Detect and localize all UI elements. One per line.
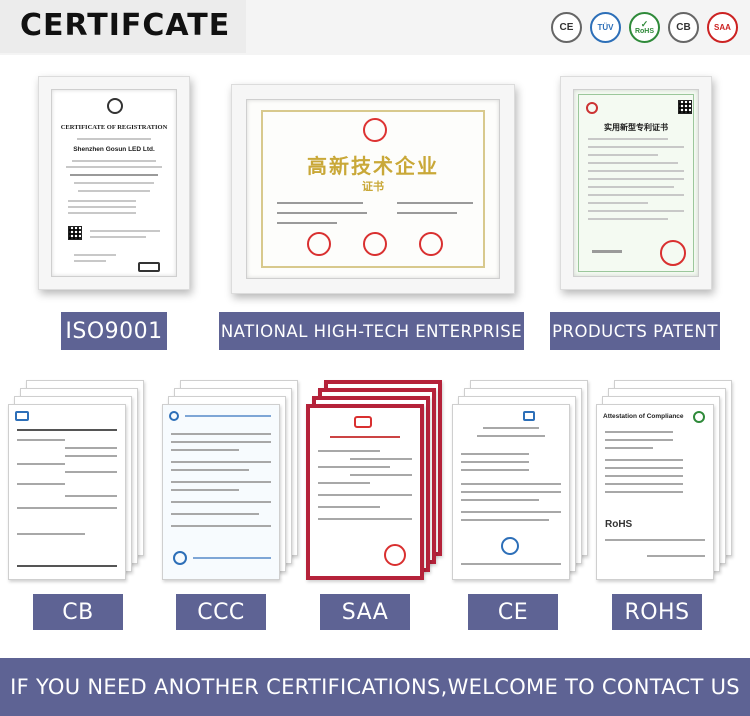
page-title: CERTIFCATE — [20, 8, 231, 43]
ccc-label: CCC — [176, 594, 266, 630]
cb-icon: CB — [668, 12, 699, 43]
saa-icon: SAA — [707, 12, 738, 43]
high-tech-certificate-document: 高新技术企业 证书 — [246, 99, 500, 279]
saa-logo-icon — [354, 416, 372, 428]
tuv-icon: TÜV — [590, 12, 621, 43]
iso-doc-company: Shenzhen Gosun LED Ltd. — [73, 146, 155, 153]
patent-label: PRODUCTS PATENT — [550, 312, 720, 350]
ce-certificate-document — [452, 404, 570, 580]
ce-doc-logo-icon — [523, 411, 535, 421]
high-tech-seal-1 — [307, 232, 331, 256]
high-tech-doc-subtitle: 证书 — [362, 180, 384, 193]
ccc-logo-icon — [169, 411, 179, 421]
iaf-logo-icon — [138, 262, 160, 272]
cb-certificate-stack — [8, 380, 144, 588]
ccc-seal — [173, 551, 187, 565]
ccc-certificate-stack — [162, 380, 298, 588]
saa-label: SAA — [320, 594, 410, 630]
high-tech-seal-2 — [363, 232, 387, 256]
patent-doc-title: 实用新型专利证书 — [604, 123, 668, 132]
high-tech-certificate-frame: 高新技术企业 证书 — [231, 84, 515, 294]
iso9001-certificate-document: CERTIFICATE OF REGISTRATION Shenzhen Gos… — [51, 89, 177, 277]
cb-certificate-document — [8, 404, 126, 580]
ce-icon: CE — [551, 12, 582, 43]
iec-logo-icon — [15, 411, 29, 421]
rohs-doc-mark: RoHS — [605, 519, 633, 530]
ccc-certificate-document — [162, 404, 280, 580]
patent-logo-icon — [586, 102, 598, 114]
contact-banner-text: IF YOU NEED ANOTHER CERTIFICATIONS,WELCO… — [10, 675, 740, 699]
patent-certificate-frame: 实用新型专利证书 — [560, 76, 712, 290]
iso9001-certificate-frame: CERTIFICATE OF REGISTRATION Shenzhen Gos… — [38, 76, 190, 290]
rohs-certificate-stack: Attestation of Compliance RoHS — [596, 380, 732, 588]
saa-seal — [384, 544, 406, 566]
contact-banner: IF YOU NEED ANOTHER CERTIFICATIONS,WELCO… — [0, 658, 750, 716]
rohs-doc-title: Attestation of Compliance — [603, 413, 684, 420]
certification-badges: CE TÜV ✓ RoHS CB SAA — [551, 12, 738, 43]
rohs-certificate-document: Attestation of Compliance RoHS — [596, 404, 714, 580]
high-tech-doc-title: 高新技术企业 — [307, 154, 439, 178]
page-header: CERTIFCATE CE TÜV ✓ RoHS CB SAA — [0, 0, 750, 55]
title-box: CERTIFCATE — [0, 0, 246, 53]
iso9001-label: ISO9001 — [61, 312, 167, 350]
iso-qr-code — [68, 226, 82, 240]
high-tech-seal-3 — [419, 232, 443, 256]
ce-doc-seal — [501, 537, 519, 555]
iso-logo-icon — [107, 98, 123, 114]
saa-certificate-document — [306, 404, 424, 580]
patent-certificate-document: 实用新型专利证书 — [573, 89, 699, 277]
patent-seal — [660, 240, 686, 266]
rohs-badge-text: RoHS — [634, 27, 655, 35]
cb-label: CB — [33, 594, 123, 630]
high-tech-label: NATIONAL HIGH-TECH ENTERPRISE — [219, 312, 524, 350]
ce-label: CE — [468, 594, 558, 630]
ce-certificate-stack — [452, 380, 588, 588]
rohs-label: ROHS — [612, 594, 702, 630]
iso-doc-title: CERTIFICATE OF REGISTRATION — [60, 124, 168, 131]
rohs-icon: ✓ RoHS — [629, 12, 660, 43]
high-tech-logo-icon — [363, 118, 387, 142]
rohs-doc-logo-icon — [693, 411, 705, 423]
saa-certificate-stack — [306, 380, 442, 588]
patent-qr-code — [678, 100, 692, 114]
